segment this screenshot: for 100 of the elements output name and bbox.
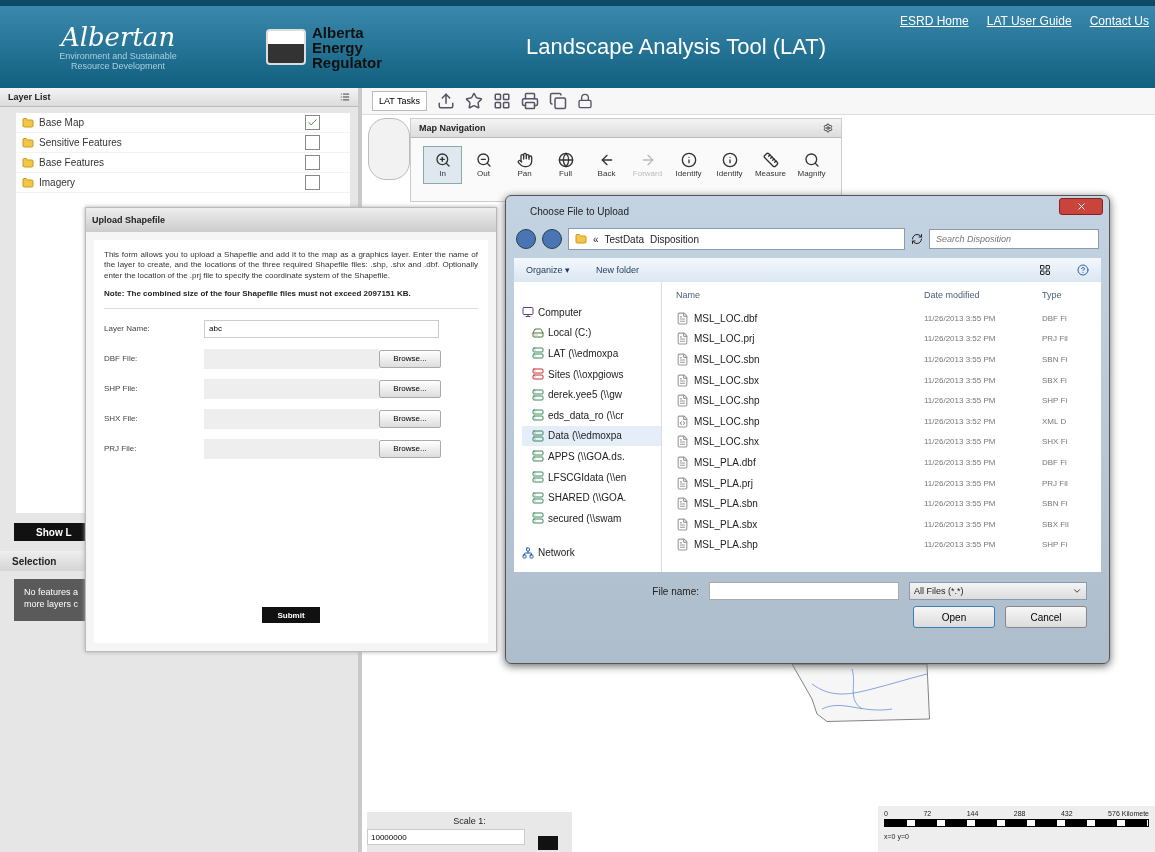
layer-checkbox[interactable]	[305, 115, 320, 130]
layer-label[interactable]: Base Features	[39, 157, 300, 168]
header-link[interactable]: Contact Us	[1089, 14, 1149, 28]
folder-icon	[22, 176, 34, 189]
open-button[interactable]: Open	[913, 606, 995, 628]
layer-checkbox[interactable]	[305, 135, 320, 150]
type-cell-text: PRJ Fil	[1042, 478, 1069, 488]
map-tool-button[interactable]: Out	[464, 146, 503, 184]
forward-button[interactable]	[542, 229, 562, 249]
upload-icon[interactable]	[437, 92, 456, 110]
header-link[interactable]: ESRD Home	[900, 14, 969, 28]
regulator-logo-icon	[266, 29, 306, 65]
map-tool-button[interactable]: In	[423, 146, 462, 184]
browse-button[interactable]: Browse...	[379, 409, 441, 428]
type-cell-text: SHP Fi	[1042, 540, 1069, 550]
alberta-logo: Albertan	[60, 22, 176, 53]
tasks-button[interactable]: LAT Tasks	[372, 91, 428, 111]
folder-icon	[575, 233, 587, 245]
navigation-item[interactable]: eds_data_ro (\\cr	[522, 404, 661, 426]
type-cell-text: SHP Fi	[1042, 396, 1069, 406]
navigation-item[interactable]: secured (\\swam	[522, 507, 661, 529]
list-icon[interactable]	[340, 92, 350, 102]
date-cell-text: 11/26/2013 3:52 PM	[924, 416, 997, 426]
file-path-field[interactable]	[204, 348, 379, 369]
map-tool-button[interactable]: Magnify	[792, 146, 831, 184]
file-name[interactable]: MSL_PLA.shp	[676, 538, 924, 552]
layer-label[interactable]: Imagery	[39, 177, 300, 188]
column-header[interactable]: Type	[1042, 290, 1101, 308]
organize-button[interactable]: Organize ▾	[526, 265, 571, 275]
submit-button[interactable]: Submit	[262, 607, 320, 623]
star-icon[interactable]	[465, 92, 484, 110]
help-icon[interactable]	[1077, 264, 1089, 276]
navigation-item[interactable]: Local (C:)	[522, 322, 661, 344]
regulator-name: Alberta Energy Regulator	[312, 24, 383, 70]
file-name[interactable]: MSL_PLA.sbn	[676, 497, 924, 511]
file-name[interactable]: MSL_LOC.sbn	[676, 353, 924, 366]
search-field[interactable]: Search Disposition	[929, 229, 1099, 249]
file-name[interactable]: MSL_PLA.prj	[676, 476, 924, 490]
navigation-item[interactable]: Computer	[522, 302, 661, 323]
header-link[interactable]: LAT User Guide	[986, 14, 1072, 28]
file-icon	[676, 517, 689, 531]
close-button[interactable]	[1059, 197, 1103, 215]
date-cell-text: 11/26/2013 3:55 PM	[924, 375, 997, 385]
file-name[interactable]: MSL_LOC.shx	[676, 435, 924, 449]
file-path-field[interactable]	[204, 378, 379, 399]
lock-icon[interactable]	[577, 93, 594, 109]
navigation-item[interactable]: LFSCGIdata (\\en	[522, 466, 661, 488]
navigation-item[interactable]: Sites (\\oxpgiows	[522, 363, 661, 385]
browse-button[interactable]: Browse...	[379, 439, 441, 458]
address-bar[interactable]: « TestData Disposition	[568, 228, 905, 250]
layer-name-field[interactable]: abc	[204, 319, 439, 338]
file-name-field[interactable]	[709, 582, 899, 600]
layer-label[interactable]: Sensitive Features	[39, 137, 300, 148]
ruler-icon	[762, 152, 779, 168]
file-name[interactable]: MSL_PLA.dbf	[676, 455, 924, 469]
file-name[interactable]: MSL_LOC.sbx	[676, 373, 924, 387]
column-header[interactable]: Date modified	[924, 290, 1042, 308]
navigation-item[interactable]: SHARED (\\GOA.	[522, 487, 661, 508]
map-tool-button[interactable]: Measure	[751, 146, 790, 184]
layer-checkbox[interactable]	[305, 155, 320, 170]
map-tool-button[interactable]: Full	[546, 146, 585, 184]
settings-icon[interactable]	[823, 123, 833, 133]
pan-control[interactable]	[368, 118, 410, 180]
navigation-item[interactable]: Data (\\edmoxpa	[522, 425, 661, 447]
map-tool-button[interactable]: Back	[587, 146, 626, 184]
cancel-button[interactable]: Cancel	[1005, 606, 1087, 628]
navigation-item[interactable]: derek.yee5 (\\gw	[522, 384, 661, 405]
file-path-field[interactable]	[204, 438, 379, 459]
refresh-icon[interactable]	[911, 233, 923, 245]
file-type-dropdown[interactable]: All Files (*.*)	[909, 582, 1087, 600]
layer-checkbox[interactable]	[305, 175, 320, 190]
map-tool-button[interactable]: Identify	[669, 146, 708, 184]
copy-icon[interactable]	[549, 92, 568, 110]
layer-label[interactable]: Base Map	[39, 117, 300, 128]
date-cell-text: 11/26/2013 3:52 PM	[924, 334, 997, 344]
navigation-item[interactable]: LAT (\\edmoxpa	[522, 343, 661, 364]
path-segment[interactable]: «	[593, 233, 599, 245]
file-path-field[interactable]	[204, 408, 379, 429]
new-folder-button[interactable]: New folder	[596, 265, 640, 275]
browse-button[interactable]: Browse...	[379, 379, 441, 398]
file-name[interactable]: MSL_LOC.prj	[676, 332, 924, 346]
browse-button[interactable]: Browse...	[379, 349, 441, 368]
view-icon[interactable]	[1039, 264, 1051, 276]
file-name[interactable]: MSL_PLA.sbx	[676, 517, 924, 531]
path-segment[interactable]: Disposition	[650, 233, 699, 245]
navigation-item[interactable]: APPS (\\GOA.ds.	[522, 446, 661, 467]
printer-icon[interactable]	[521, 92, 540, 110]
map-tool-button[interactable]: Identify	[710, 146, 749, 184]
file-name[interactable]: MSL_LOC.shp	[676, 414, 924, 428]
back-button[interactable]	[516, 229, 536, 249]
file-name[interactable]: MSL_LOC.dbf	[676, 311, 924, 325]
grid-icon[interactable]	[493, 92, 512, 110]
file-icon	[676, 311, 689, 325]
scale-field[interactable]: 10000000	[367, 829, 525, 845]
column-header[interactable]: Name	[676, 290, 924, 308]
navigation-item[interactable]: Network	[522, 542, 661, 564]
map-tool-button[interactable]: Pan	[505, 146, 544, 184]
path-segment[interactable]: TestData	[604, 233, 645, 245]
network-icon	[522, 546, 534, 559]
file-name[interactable]: MSL_LOC.shp	[676, 394, 924, 408]
